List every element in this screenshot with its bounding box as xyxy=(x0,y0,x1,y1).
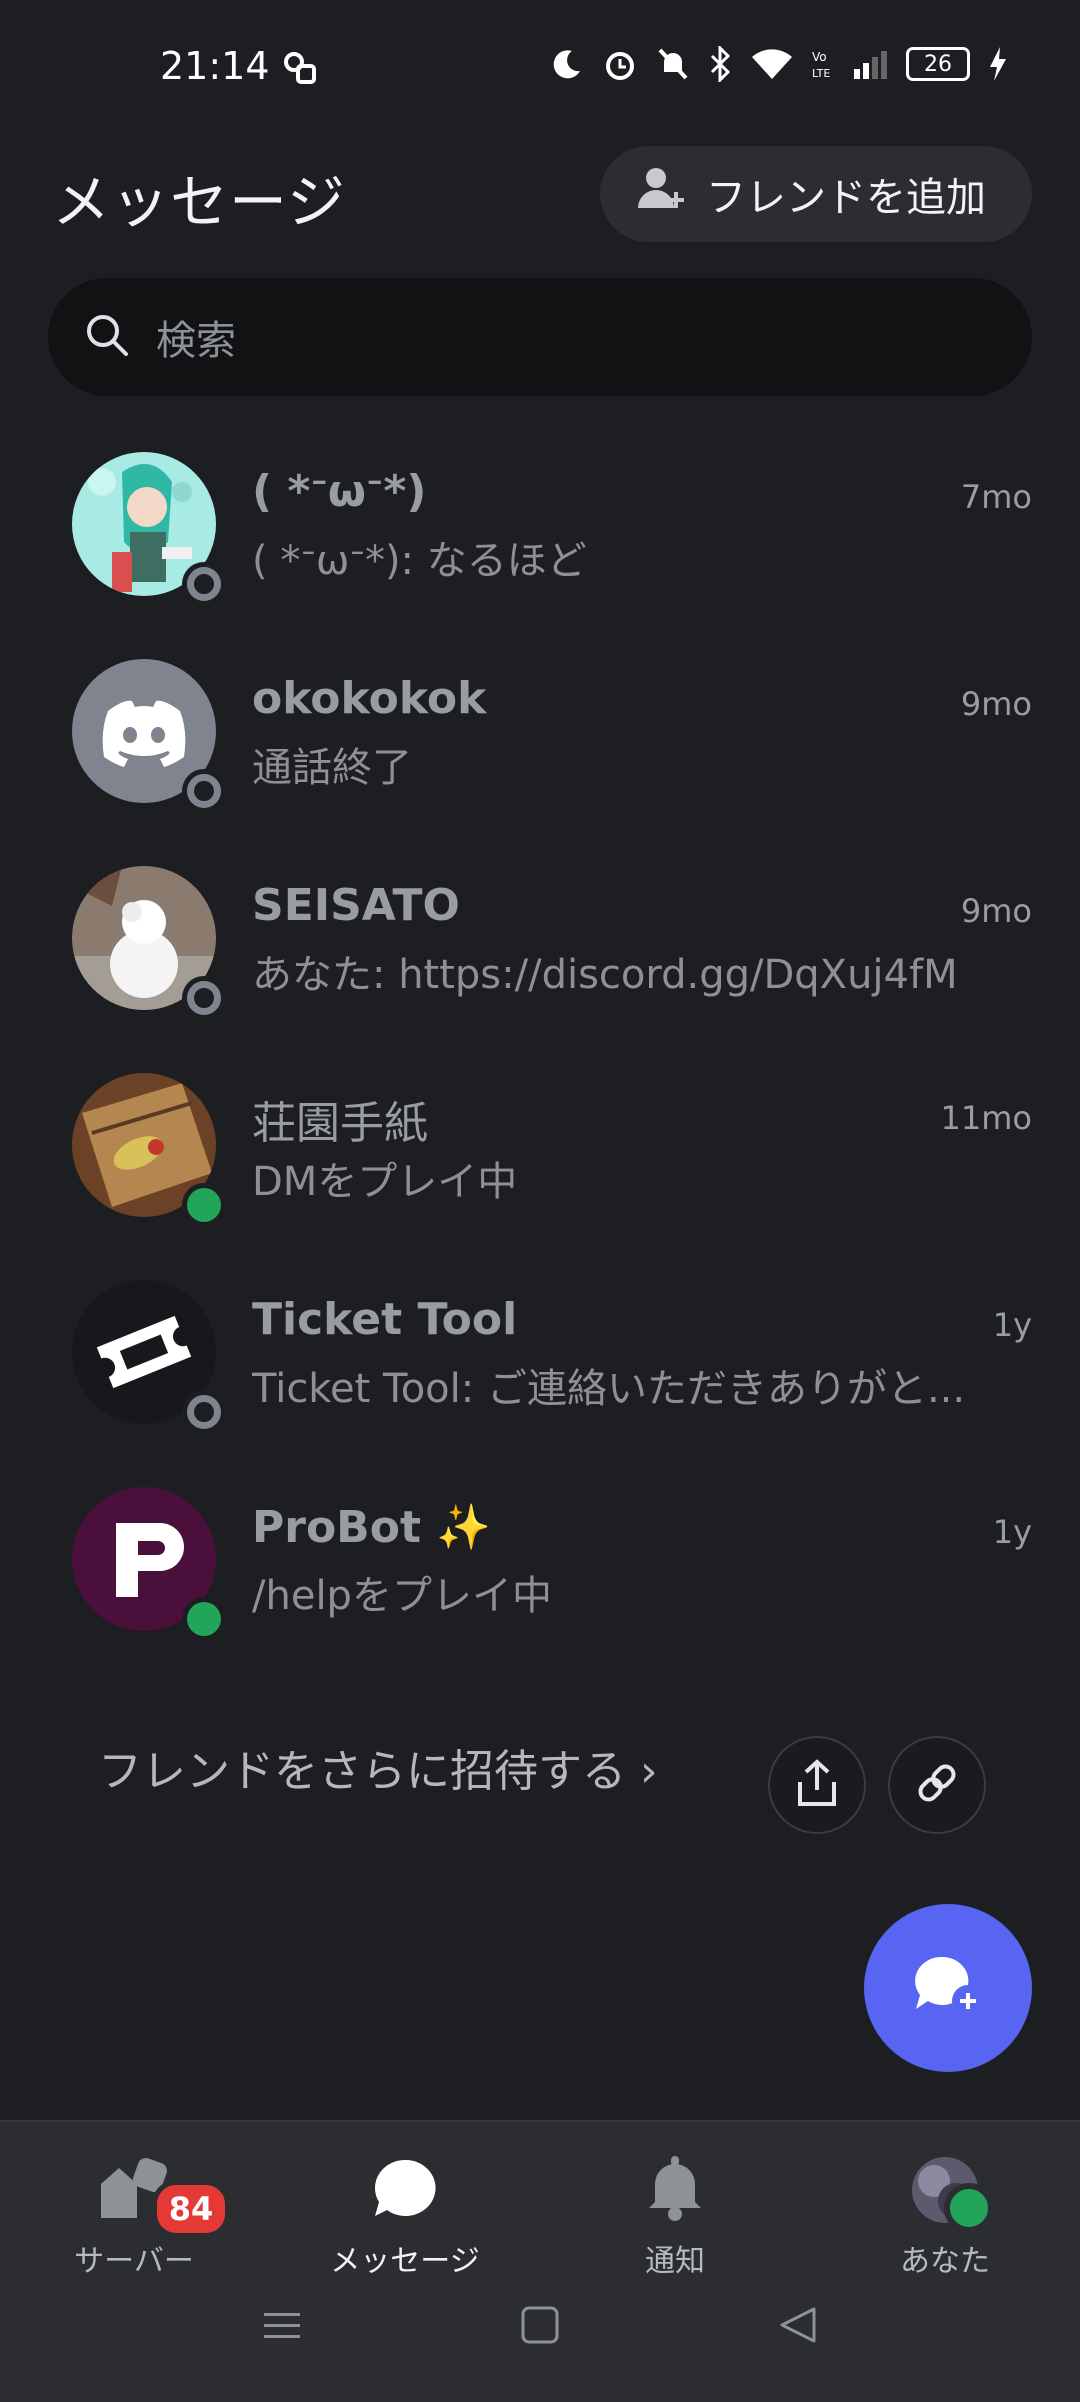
dm-time: 7mo xyxy=(960,478,1032,516)
share-button[interactable] xyxy=(768,1736,866,1834)
dm-item[interactable]: okokokok 9mo 通話終了 xyxy=(0,649,1080,856)
new-message-button[interactable] xyxy=(864,1904,1032,2072)
dm-item[interactable]: ( *ᐨωᐨ*) 7mo ( *ᐨωᐨ*): なるほど xyxy=(0,442,1080,649)
dm-name: okokokok xyxy=(252,673,487,724)
alarm-icon xyxy=(602,46,638,82)
wifi-icon xyxy=(750,47,794,81)
status-offline-icon xyxy=(182,562,226,606)
nav-profile[interactable]: あなた xyxy=(845,2150,1045,2280)
dm-item[interactable]: Ticket Tool 1y Ticket Tool: ご連絡いただきありがと.… xyxy=(0,1270,1080,1477)
add-friend-label: フレンドを追加 xyxy=(706,175,986,221)
volte-icon: Vo LTE xyxy=(812,47,836,81)
bell-off-icon xyxy=(656,46,690,82)
nav-label: メッセージ xyxy=(330,2244,480,2279)
servers-badge: 84 xyxy=(152,2180,230,2238)
back-triangle-icon xyxy=(778,2307,818,2349)
search-icon xyxy=(84,312,130,362)
dm-time: 9mo xyxy=(960,892,1032,930)
moon-icon xyxy=(550,47,584,81)
link-icon xyxy=(913,1759,961,1811)
dm-preview: あなた: https://discord.gg/DqXuj4fM xyxy=(252,952,958,998)
nav-servers[interactable]: 84 サーバー xyxy=(34,2150,234,2280)
share-icon xyxy=(794,1758,840,1812)
nav-label: あなた xyxy=(900,2244,990,2279)
messages-icon xyxy=(371,2156,439,2224)
dm-time: 1y xyxy=(992,1513,1032,1551)
dm-time: 1y xyxy=(992,1306,1032,1344)
nav-messages[interactable]: メッセージ xyxy=(305,2150,505,2280)
nav-notifications[interactable]: 通知 xyxy=(575,2150,775,2280)
signal-icon xyxy=(854,49,888,79)
status-offline-icon xyxy=(182,976,226,1020)
dm-time: 11mo xyxy=(940,1099,1032,1137)
back-button[interactable] xyxy=(778,2305,818,2349)
status-online-icon xyxy=(182,1183,226,1227)
dm-name: Ticket Tool xyxy=(252,1294,518,1345)
menu-icon xyxy=(262,2313,302,2349)
dm-item[interactable]: 荘園手紙 11mo DMをプレイ中 xyxy=(0,1063,1080,1270)
dm-name: ProBot ✨ xyxy=(252,1502,492,1553)
dm-preview: /helpをプレイ中 xyxy=(252,1573,552,1619)
bluetooth-icon xyxy=(708,46,732,82)
dm-preview: ( *ᐨωᐨ*): なるほど xyxy=(252,538,587,584)
dm-preview: DMをプレイ中 xyxy=(252,1159,518,1205)
page-title: メッセージ xyxy=(52,168,346,236)
recents-button[interactable] xyxy=(262,2305,302,2349)
status-online-icon xyxy=(944,2183,994,2233)
svg-text:LTE: LTE xyxy=(812,67,830,80)
dm-time: 9mo xyxy=(960,685,1032,723)
nav-label: 通知 xyxy=(645,2244,705,2279)
home-square-icon xyxy=(520,2306,560,2349)
status-bar: 21:14 Vo LTE 26 xyxy=(0,0,1080,130)
status-online-icon xyxy=(182,1597,226,1641)
search-placeholder: 検索 xyxy=(156,318,236,364)
invite-friends-link[interactable]: フレンドをさらに招待する › xyxy=(98,1735,658,1799)
new-message-icon xyxy=(910,1951,986,2025)
charging-icon xyxy=(988,47,1008,81)
copy-link-button[interactable] xyxy=(888,1736,986,1834)
dm-name: SEISATO xyxy=(252,880,460,931)
dm-preview: Ticket Tool: ご連絡いただきありがと... xyxy=(252,1366,966,1412)
home-button[interactable] xyxy=(520,2305,560,2349)
vpn-key-icon xyxy=(280,48,320,92)
dm-name: ( *ᐨωᐨ*) xyxy=(252,466,427,517)
status-offline-icon xyxy=(182,1390,226,1434)
add-friend-button[interactable]: フレンドを追加 xyxy=(600,146,1032,242)
search-input[interactable]: 検索 xyxy=(48,278,1032,396)
dm-item[interactable]: ProBot ✨ 1y /helpをプレイ中 xyxy=(0,1477,1080,1684)
bell-icon xyxy=(645,2154,705,2226)
dm-preview: 通話終了 xyxy=(252,745,412,791)
dm-item[interactable]: SEISATO 9mo あなた: https://discord.gg/DqXu… xyxy=(0,856,1080,1063)
nav-label: サーバー xyxy=(74,2244,194,2279)
dm-name: 荘園手紙 xyxy=(252,1098,428,1149)
bottom-navigation: 84 サーバー メッセージ 通知 あなた xyxy=(0,2120,1080,2402)
svg-text:Vo: Vo xyxy=(812,50,827,64)
add-friend-icon xyxy=(636,164,686,224)
dm-list: ( *ᐨωᐨ*) 7mo ( *ᐨωᐨ*): なるほど okokokok 9mo… xyxy=(0,442,1080,1684)
battery-icon: 26 xyxy=(906,47,970,81)
profile-avatar xyxy=(912,2157,994,2233)
status-time: 21:14 xyxy=(160,44,270,88)
status-offline-icon xyxy=(182,769,226,813)
